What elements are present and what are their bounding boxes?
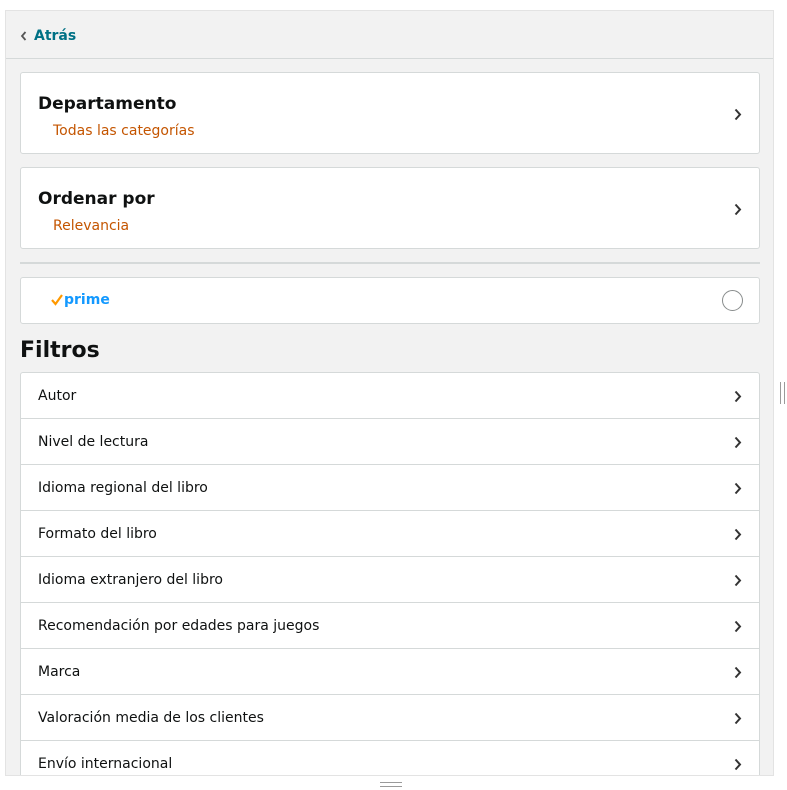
sort-selector[interactable]: Ordenar por Relevancia: [20, 167, 760, 249]
filter-row[interactable]: Envío internacional: [21, 741, 759, 775]
chevron-right-icon: [733, 619, 743, 633]
back-label: Atrás: [34, 28, 77, 44]
department-title: Departamento: [38, 94, 177, 114]
sort-value: Relevancia: [53, 218, 130, 234]
resize-handle-horizontal-icon[interactable]: [380, 782, 402, 787]
chevron-right-icon: [733, 711, 743, 725]
prime-filter[interactable]: prime: [20, 277, 760, 324]
department-value: Todas las categorías: [53, 123, 195, 139]
prime-check-icon: [51, 291, 63, 310]
filter-row[interactable]: Recomendación por edades para juegos: [21, 603, 759, 649]
chevron-right-icon: [733, 481, 743, 495]
filters-heading: Filtros: [20, 338, 100, 363]
chevron-right-icon: [733, 573, 743, 587]
filter-label: Idioma regional del libro: [38, 480, 208, 496]
filter-label: Recomendación por edades para juegos: [38, 618, 320, 634]
filter-row[interactable]: Formato del libro: [21, 511, 759, 557]
chevron-right-icon: [733, 202, 743, 216]
chevron-right-icon: [733, 389, 743, 403]
resize-handle-vertical-icon[interactable]: [780, 382, 785, 404]
filter-label: Autor: [38, 388, 77, 404]
filter-label: Formato del libro: [38, 526, 157, 542]
filter-panel: Atrás Departamento Todas las categorías …: [5, 10, 774, 776]
panel-header: Atrás: [6, 11, 773, 59]
chevron-right-icon: [733, 665, 743, 679]
department-selector[interactable]: Departamento Todas las categorías: [20, 72, 760, 154]
prime-label: prime: [64, 292, 110, 308]
filter-list: Autor Nivel de lectura Idioma regional del…: [20, 372, 760, 775]
back-link[interactable]: Atrás: [18, 26, 76, 46]
section-divider: [20, 262, 760, 264]
filter-row[interactable]: Valoración media de los clientes: [21, 695, 759, 741]
filter-label: Marca: [38, 664, 81, 680]
filter-label: Idioma extranjero del libro: [38, 572, 223, 588]
sort-title: Ordenar por: [38, 189, 155, 209]
filter-label: Valoración media de los clientes: [38, 710, 264, 726]
filter-row[interactable]: Idioma regional del libro: [21, 465, 759, 511]
filter-row[interactable]: Marca: [21, 649, 759, 695]
filter-label: Nivel de lectura: [38, 434, 149, 450]
filter-row[interactable]: Autor: [21, 373, 759, 419]
filter-label: Envío internacional: [38, 756, 173, 772]
chevron-right-icon: [733, 757, 743, 771]
prime-radio-button[interactable]: [722, 290, 743, 311]
chevron-right-icon: [733, 107, 743, 121]
filter-row[interactable]: Nivel de lectura: [21, 419, 759, 465]
chevron-left-icon: [18, 30, 28, 42]
prime-logo: prime: [51, 289, 110, 311]
chevron-right-icon: [733, 527, 743, 541]
filter-row[interactable]: Idioma extranjero del libro: [21, 557, 759, 603]
chevron-right-icon: [733, 435, 743, 449]
